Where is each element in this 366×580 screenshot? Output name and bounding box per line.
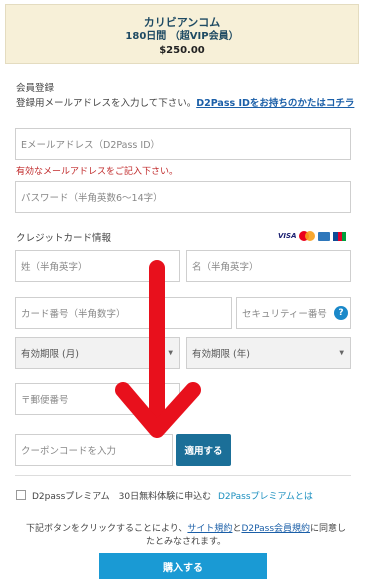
section-label-registration: 会員登録	[16, 83, 55, 94]
section-label-credit-card: クレジットカード情報	[16, 233, 112, 244]
purchase-button[interactable]: 購入する	[99, 553, 267, 579]
premium-info-link[interactable]: D2Passプレミアムとは	[218, 492, 313, 502]
visa-icon: VISA	[278, 232, 297, 240]
email-placeholder: Eメールアドレス（D2Pass ID）	[21, 140, 161, 151]
jcb-icon	[333, 231, 347, 241]
agreement-text: 下記ボタンをクリックすることにより、サイト規約とD2Pass会員規約に同意したと…	[22, 523, 350, 549]
security-help-icon[interactable]: ?	[334, 306, 348, 320]
password-placeholder: パスワード（半角英数6〜14字）	[21, 193, 163, 204]
member-terms-link[interactable]: D2Pass会員規約	[241, 524, 310, 534]
premium-label: D2passプレミアム 30日無料体験に申込む	[32, 492, 212, 502]
premium-checkbox[interactable]	[16, 490, 26, 500]
amex-icon	[318, 231, 331, 241]
red-down-arrow-icon	[115, 260, 201, 438]
registration-instruction: 登録用メールアドレスを入力して下さい。D2Pass IDをお持ちのかたはコチラ	[16, 97, 356, 110]
site-terms-link[interactable]: サイト規約	[187, 524, 232, 534]
divider	[15, 475, 351, 476]
instruction-text: 登録用メールアドレスを入力して下さい。	[16, 98, 197, 109]
password-field[interactable]: パスワード（半角英数6〜14字）	[15, 181, 351, 213]
zip-placeholder: 〒郵便番号	[21, 395, 69, 406]
agreement-before: 下記ボタンをクリックすることにより、	[25, 524, 188, 534]
card-brand-logos: VISA	[278, 231, 347, 241]
chevron-down-icon: ▼	[339, 349, 344, 357]
plan-price: $250.00	[159, 45, 205, 56]
expiry-month-value: 有効期限 (月)	[21, 349, 79, 360]
security-code-placeholder: セキュリティー番号	[242, 309, 327, 320]
d2pass-login-link[interactable]: D2Pass IDをお持ちのかたはコチラ	[196, 98, 354, 109]
mastercard-icon	[299, 231, 316, 241]
plan-name: 180日間 （超VIP会員）	[125, 31, 239, 42]
email-error-message: 有効なメールアドレスをご記入下さい。	[16, 167, 179, 177]
coupon-placeholder: クーポンコードを入力	[21, 446, 117, 457]
email-field[interactable]: Eメールアドレス（D2Pass ID）	[15, 128, 351, 160]
lastname-placeholder: 姓（半角英字）	[21, 262, 88, 273]
premium-row: D2passプレミアム 30日無料体験に申込む D2Passプレミアムとは	[32, 489, 313, 502]
plan-summary-card: カリビアンコム 180日間 （超VIP会員） $250.00	[5, 4, 359, 64]
